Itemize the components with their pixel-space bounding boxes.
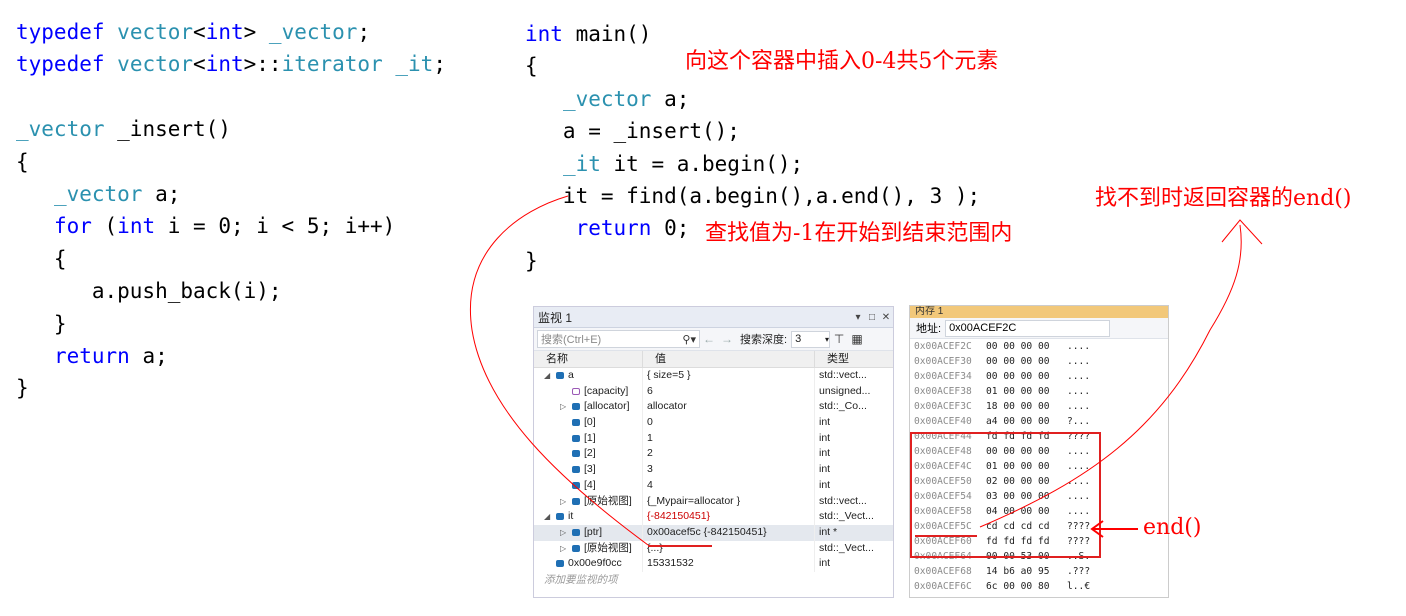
find-to-ptr-curve <box>470 195 649 546</box>
annotation-arrows <box>470 195 1263 546</box>
up-arrowhead <box>1221 219 1263 245</box>
end-to-note-curve <box>979 224 1242 528</box>
